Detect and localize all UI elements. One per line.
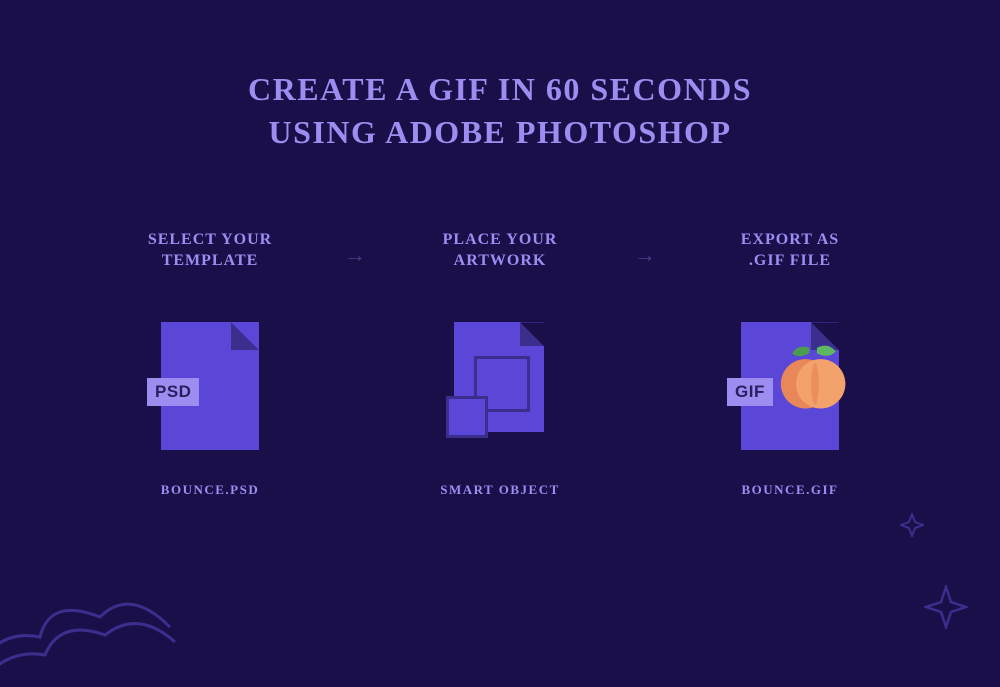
- title-line-1: CREATE A GIF IN 60 SECONDS: [248, 71, 752, 107]
- step-label: EXPORT AS .GIF FILE: [741, 228, 839, 272]
- title-line-2: USING ADOBE PHOTOSHOP: [268, 114, 731, 150]
- arrow-icon: →: [634, 242, 656, 268]
- gif-file-icon: GIF: [741, 316, 839, 456]
- sparkle-icon: [924, 585, 968, 629]
- step-label: PLACE YOUR ARTWORK: [443, 228, 558, 272]
- gif-badge: GIF: [727, 378, 773, 406]
- step-select-template: SELECT YOUR TEMPLATE PSD BOUNCE.PSD: [112, 228, 308, 498]
- step-caption: BOUNCE.PSD: [161, 482, 259, 498]
- step-export-gif: EXPORT AS .GIF FILE GIF: [692, 228, 888, 498]
- psd-file-icon: PSD: [161, 316, 259, 456]
- arrow-icon: →: [344, 242, 366, 268]
- page-title: CREATE A GIF IN 60 SECONDS USING ADOBE P…: [248, 68, 752, 154]
- cloud-decoration-icon: [0, 527, 200, 687]
- psd-badge: PSD: [147, 378, 199, 406]
- sparkle-icon: [900, 513, 924, 537]
- smart-object-icon: [446, 316, 554, 456]
- step-label: SELECT YOUR TEMPLATE: [148, 228, 272, 272]
- step-caption: SMART OBJECT: [440, 482, 560, 498]
- peach-icon: [777, 342, 853, 418]
- steps-row: SELECT YOUR TEMPLATE PSD BOUNCE.PSD → PL…: [112, 228, 888, 498]
- step-place-artwork: PLACE YOUR ARTWORK SMART OBJECT: [402, 228, 598, 498]
- step-caption: BOUNCE.GIF: [742, 482, 839, 498]
